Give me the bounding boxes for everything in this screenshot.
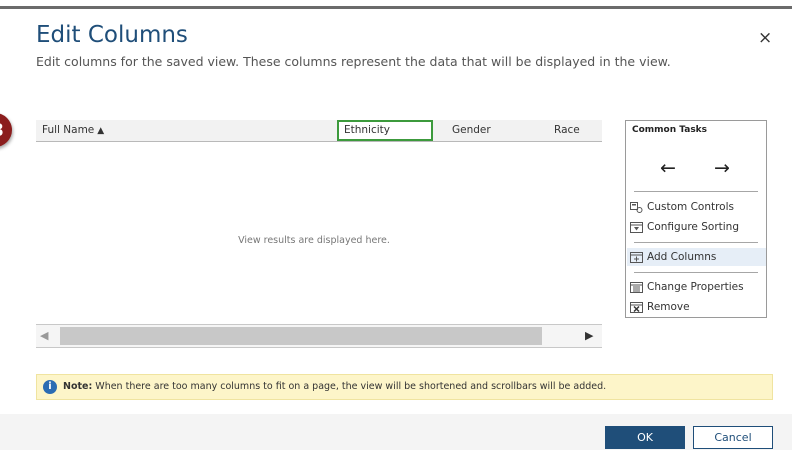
move-right-arrow-icon[interactable]: →	[714, 157, 730, 179]
ok-button[interactable]: OK	[605, 426, 685, 449]
common-tasks-title: Common Tasks	[632, 125, 708, 135]
info-icon: i	[43, 380, 57, 394]
remove-icon	[630, 301, 643, 313]
close-icon[interactable]: ×	[758, 28, 772, 48]
task-label: Configure Sorting	[647, 221, 739, 233]
cancel-button[interactable]: Cancel	[693, 426, 773, 449]
dialog-title: Edit Columns	[36, 22, 188, 48]
horizontal-scrollbar[interactable]: ◀ ▶	[36, 324, 602, 348]
task-add-columns[interactable]: Add Columns	[627, 248, 766, 266]
task-change-properties[interactable]: Change Properties	[630, 278, 762, 296]
scroll-right-icon[interactable]: ▶	[585, 329, 593, 342]
divider	[634, 272, 758, 273]
column-header-gender[interactable]: Gender	[446, 120, 536, 141]
column-header-ethnicity[interactable]: Ethnicity	[337, 120, 433, 141]
note-text: Note: When there are too many columns to…	[63, 381, 606, 392]
task-configure-sorting[interactable]: Configure Sorting	[630, 218, 762, 236]
column-header-label: Ethnicity	[344, 124, 390, 136]
column-header-label: Gender	[452, 124, 491, 136]
scrollbar-thumb[interactable]	[60, 327, 542, 345]
column-header-race[interactable]: Race	[548, 120, 602, 141]
scroll-left-icon[interactable]: ◀	[40, 329, 48, 342]
column-header-label: Full Name	[42, 124, 95, 136]
empty-results-message: View results are displayed here.	[238, 235, 390, 246]
divider	[634, 191, 758, 192]
custom-controls-icon	[630, 201, 643, 213]
note-bar: i Note: When there are too many columns …	[36, 374, 773, 400]
task-label: Change Properties	[647, 281, 744, 293]
column-header-label: Race	[554, 124, 580, 136]
task-custom-controls[interactable]: Custom Controls	[630, 198, 762, 216]
add-columns-icon	[630, 251, 643, 263]
task-remove[interactable]: Remove	[630, 298, 762, 316]
move-left-arrow-icon[interactable]: ←	[660, 157, 676, 179]
divider	[634, 242, 758, 243]
configure-sorting-icon	[630, 221, 643, 233]
task-label: Custom Controls	[647, 201, 734, 213]
note-message: When there are too many columns to fit o…	[95, 381, 607, 392]
common-tasks-panel: Common Tasks ← → Custom Controls Configu…	[625, 120, 767, 318]
top-border	[0, 6, 792, 9]
step-badge: 3	[0, 113, 12, 147]
column-header-full-name[interactable]: Full Name ▲	[36, 120, 336, 141]
task-label: Remove	[647, 301, 690, 313]
sort-ascending-icon: ▲	[97, 126, 105, 136]
task-label: Add Columns	[647, 251, 717, 263]
change-properties-icon	[630, 281, 643, 293]
note-label: Note:	[63, 381, 93, 392]
dialog-subtitle: Edit columns for the saved view. These c…	[36, 54, 671, 69]
grid-header: Full Name ▲ Ethnicity Gender Race	[36, 120, 602, 142]
